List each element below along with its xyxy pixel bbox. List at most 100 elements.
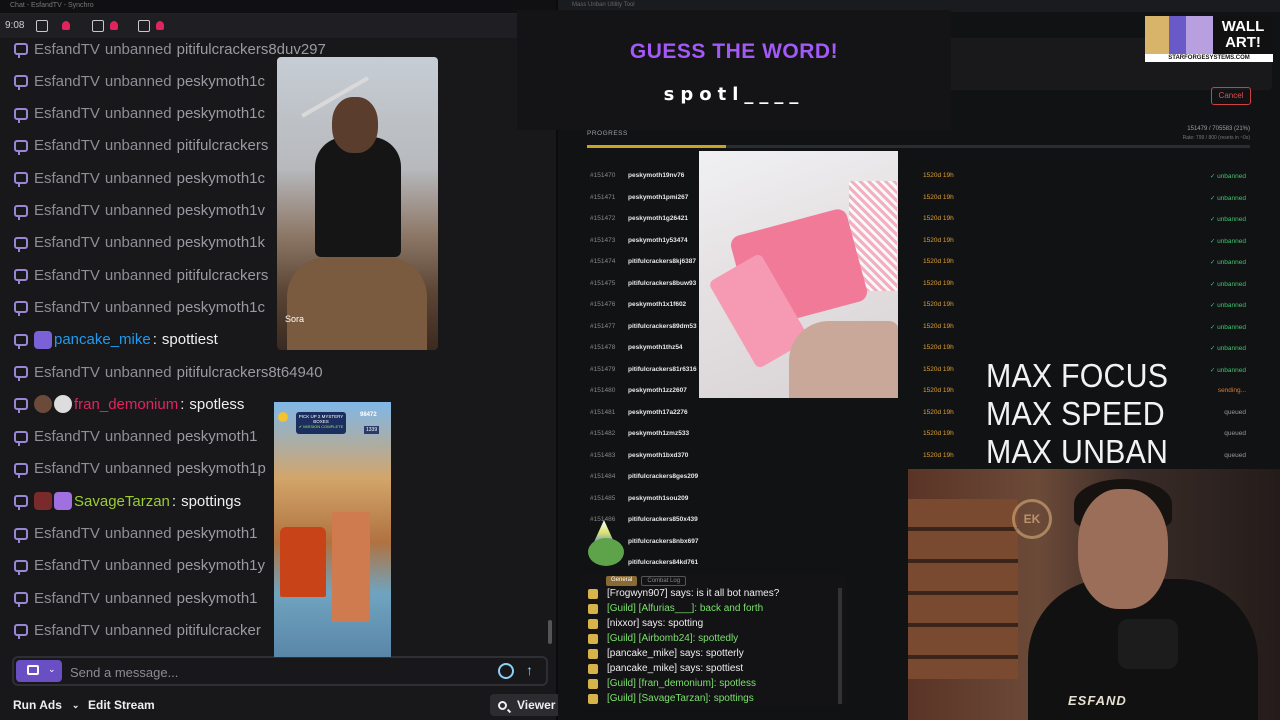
row-id: #151485 bbox=[590, 494, 616, 502]
chat-message-verb: unbanned bbox=[104, 621, 172, 639]
chat-message-target[interactable]: peskymoth1k bbox=[177, 234, 265, 251]
progress-count: 151479 / 705583 (21%) bbox=[1187, 126, 1250, 132]
row-username: pitifulcrackers8kj6387 bbox=[628, 258, 696, 265]
user-icon[interactable] bbox=[62, 21, 70, 30]
user-icon[interactable] bbox=[156, 21, 164, 30]
chat-message-target[interactable]: peskymoth1 bbox=[177, 428, 258, 445]
chat-message-target[interactable]: pitifulcrackers bbox=[177, 137, 269, 154]
row-username: peskymoth1x1f602 bbox=[628, 301, 687, 308]
chat-message-target[interactable]: peskymoth1c bbox=[177, 73, 265, 90]
emote-picker-icon[interactable] bbox=[498, 663, 514, 679]
in-game-chat-text: [pancake_mike] says: spotterly bbox=[607, 648, 744, 659]
sponsor-art-thumbnails bbox=[1145, 16, 1213, 54]
unban-queue-row: #151474 pitifulcrackers8kj6387 1520d 19h ✓ … bbox=[578, 252, 1258, 272]
in-game-chat-line: [pancake_mike] says: spottiest bbox=[588, 661, 743, 676]
game-train bbox=[280, 527, 326, 597]
row-duration: 1520d 19h bbox=[923, 193, 954, 201]
chat-message-target[interactable]: pitifulcrackers bbox=[177, 267, 269, 284]
clock: 9:08 bbox=[5, 20, 25, 31]
user-icon[interactable] bbox=[110, 21, 118, 30]
run-ads-button[interactable]: Run Ads ⌄ bbox=[13, 694, 79, 716]
chat-message: EsfandTV unbanned peskymoth1c bbox=[14, 296, 265, 318]
kick-icon[interactable] bbox=[138, 20, 150, 32]
chat-username[interactable]: SavageTarzan bbox=[74, 493, 170, 510]
row-username: pitifulcrackers8buw93 bbox=[628, 279, 697, 287]
chat-colon: : bbox=[180, 395, 185, 413]
send-arrow-icon[interactable]: ↑ bbox=[526, 662, 533, 678]
mod-action-icon bbox=[14, 43, 28, 58]
chat-message: EsfandTV unbanned pitifulcracker bbox=[14, 619, 261, 641]
chat-message-target[interactable]: peskymoth1c bbox=[177, 299, 265, 316]
chat-message-target[interactable]: peskymoth1 bbox=[177, 525, 258, 542]
chat-message: EsfandTV unbanned peskymoth1 bbox=[14, 587, 258, 609]
chat-message-target[interactable]: pitifulcrackers8t64940 bbox=[177, 364, 323, 381]
chat-message-input[interactable] bbox=[70, 662, 470, 682]
chat-input-box[interactable]: ⌄ ↑ bbox=[12, 656, 548, 686]
chat-scrollbar[interactable] bbox=[548, 620, 552, 644]
edit-stream-button[interactable]: Edit Stream bbox=[88, 694, 155, 716]
row-duration: 1520d 19h bbox=[923, 258, 954, 265]
chat-message-user: EsfandTV bbox=[34, 234, 100, 252]
chat-username[interactable]: pancake_mike bbox=[54, 331, 151, 348]
chat-message: EsfandTV unbanned peskymoth1y bbox=[14, 555, 265, 577]
chat-message-user: EsfandTV bbox=[34, 298, 100, 316]
row-status: ✓ unbanned bbox=[1209, 302, 1246, 309]
run-ads-label: Run Ads bbox=[13, 698, 62, 712]
chat-message-user: EsfandTV bbox=[34, 202, 100, 219]
guess-word: spotl____ bbox=[663, 84, 805, 105]
chat-message-target[interactable]: peskymoth1v bbox=[177, 202, 265, 219]
row-duration: 1520d 19h bbox=[923, 344, 954, 351]
row-id: #151472 bbox=[590, 215, 616, 222]
row-id: #151483 bbox=[590, 451, 616, 459]
chat-username[interactable]: fran_demonium bbox=[74, 396, 178, 413]
row-username: pitifulcrackers81r6316 bbox=[628, 365, 697, 373]
chat-message-verb: unbanned bbox=[104, 202, 172, 219]
chat-message-target[interactable]: peskymoth1c bbox=[177, 105, 265, 122]
video-icon[interactable] bbox=[92, 20, 104, 32]
tab-combat-log[interactable]: Combat Log bbox=[641, 576, 687, 586]
row-status: sending... bbox=[1217, 387, 1246, 394]
game-track bbox=[332, 512, 370, 622]
chat-icon[interactable] bbox=[36, 20, 48, 32]
frog-body bbox=[588, 538, 624, 566]
chat-message: EsfandTV unbanned peskymoth1c bbox=[14, 103, 265, 125]
viewer-label: Viewer bbox=[517, 698, 556, 712]
row-username: peskymoth17a2276 bbox=[628, 408, 688, 416]
chat-message-verb: unbanned bbox=[104, 169, 172, 187]
user-badge-icon bbox=[34, 492, 52, 511]
in-game-chat-scrollbar[interactable] bbox=[838, 588, 842, 704]
chat-message-target[interactable]: peskymoth1 bbox=[177, 590, 258, 607]
chat-mode-button[interactable]: ⌄ bbox=[16, 660, 62, 682]
unban-queue-row: #151472 peskymoth1g26421 1520d 19h ✓ unbann… bbox=[578, 209, 1258, 229]
row-username: peskymoth1zz2607 bbox=[628, 387, 687, 394]
chat-message-target[interactable]: pitifulcrackers8duv297 bbox=[177, 41, 326, 58]
edit-stream-label: Edit Stream bbox=[88, 698, 155, 712]
chat-message-target[interactable]: peskymoth1y bbox=[177, 557, 265, 574]
user-badge-icon bbox=[54, 395, 72, 414]
tab-general[interactable]: General bbox=[606, 576, 638, 586]
mod-action-icon bbox=[14, 527, 28, 543]
row-username: peskymoth19nv76 bbox=[628, 172, 685, 179]
row-username: pitifulcrackers8ges209 bbox=[628, 473, 699, 480]
chat-message: EsfandTV unbanned pitifulcrackers bbox=[14, 135, 268, 157]
row-status: ✓ unbanned bbox=[1209, 259, 1246, 266]
chat-message-target[interactable]: peskymoth1c bbox=[177, 170, 265, 187]
progress-bar bbox=[587, 145, 1250, 148]
row-id: #151471 bbox=[590, 193, 616, 201]
viewer-button[interactable]: Viewer bbox=[490, 694, 564, 716]
in-game-chat-text: [Guild] [Alfurias___]: back and forth bbox=[607, 603, 764, 614]
row-username: pitifulcrackers850x439 bbox=[628, 516, 698, 523]
sponsor-title-line2: ART! bbox=[1225, 34, 1261, 51]
chat-message-user: EsfandTV bbox=[34, 40, 100, 58]
chat-message-target[interactable]: pitifulcracker bbox=[177, 622, 261, 639]
chat-message: EsfandTV unbanned peskymoth1c bbox=[14, 70, 265, 92]
in-game-chat-line: [Guild] [Airbomb24]: spottedly bbox=[588, 631, 738, 646]
chat-window-titlebar: Chat - EsfandTV - Synchro bbox=[0, 0, 556, 14]
unban-queue-row: #151477 pitifulcrackers89dm53 1520d 19h ✓ u… bbox=[578, 317, 1258, 337]
cancel-button[interactable]: Cancel bbox=[1211, 87, 1251, 105]
chat-message-user: EsfandTV bbox=[34, 460, 100, 478]
chat-message-verb: unbanned bbox=[104, 137, 172, 155]
chat-message-user: EsfandTV bbox=[34, 557, 100, 575]
chat-message-target[interactable]: peskymoth1p bbox=[177, 460, 266, 477]
chat-channel-icon bbox=[588, 633, 598, 644]
